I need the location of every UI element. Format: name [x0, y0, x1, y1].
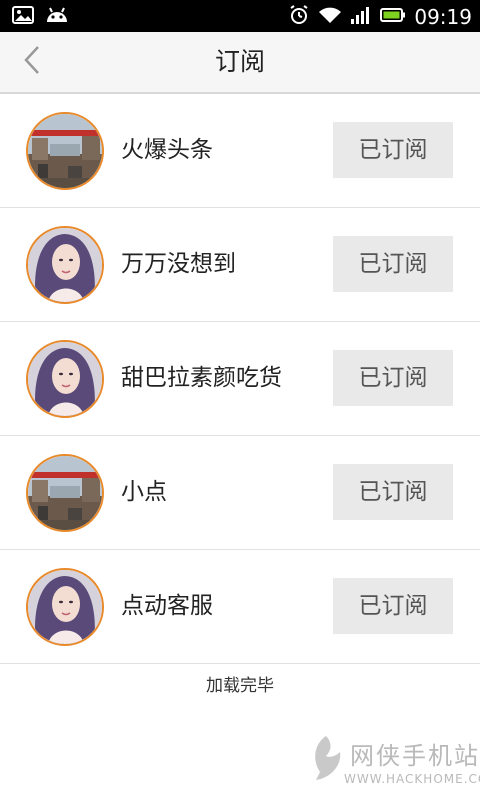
subscription-list: 火爆头条 已订阅 万万没想到 已订阅 甜巴拉素颜吃货 已订阅 小点 已订阅 点动…: [0, 94, 480, 664]
watermark-cn: 网侠手机站: [350, 742, 480, 770]
subscribed-button[interactable]: 已订阅: [333, 464, 453, 520]
channel-name: 火爆头条: [121, 137, 213, 163]
avatar: [26, 568, 104, 646]
avatar: [26, 340, 104, 418]
chevron-left-icon: [22, 45, 42, 79]
status-bar: 09:19: [0, 0, 480, 32]
list-item[interactable]: 万万没想到 已订阅: [0, 208, 480, 322]
subscribed-button[interactable]: 已订阅: [333, 122, 453, 178]
alarm-icon: [288, 4, 310, 30]
channel-name: 甜巴拉素颜吃货: [121, 365, 282, 391]
battery-icon: [380, 7, 406, 27]
subscribed-button[interactable]: 已订阅: [333, 350, 453, 406]
load-complete-text: 加载完毕: [206, 676, 274, 696]
watermark-logo-icon: [306, 734, 346, 786]
clock: 09:19: [414, 5, 472, 29]
channel-name: 点动客服: [121, 593, 213, 619]
channel-name: 万万没想到: [121, 251, 236, 277]
page-title: 订阅: [214, 47, 265, 76]
channel-name: 小点: [121, 479, 167, 505]
list-item[interactable]: 小点 已订阅: [0, 436, 480, 550]
watermark-en: WWW.HACKHOME.COM: [344, 772, 480, 786]
avatar: [26, 112, 104, 190]
list-item[interactable]: 火爆头条 已订阅: [0, 94, 480, 208]
android-icon: [44, 6, 70, 28]
signal-icon: [350, 5, 372, 29]
back-button[interactable]: [10, 42, 54, 82]
list-item[interactable]: 点动客服 已订阅: [0, 550, 480, 664]
subscribed-button[interactable]: 已订阅: [333, 578, 453, 634]
status-right-icons: 09:19: [288, 4, 472, 30]
subscribed-button[interactable]: 已订阅: [333, 236, 453, 292]
avatar: [26, 226, 104, 304]
avatar: [26, 454, 104, 532]
image-icon: [12, 6, 34, 28]
app-header: 订阅: [0, 32, 480, 94]
list-item[interactable]: 甜巴拉素颜吃货 已订阅: [0, 322, 480, 436]
watermark: 网侠手机站 WWW.HACKHOME.COM: [306, 734, 480, 796]
wifi-icon: [318, 5, 342, 29]
status-left-icons: [12, 6, 70, 28]
